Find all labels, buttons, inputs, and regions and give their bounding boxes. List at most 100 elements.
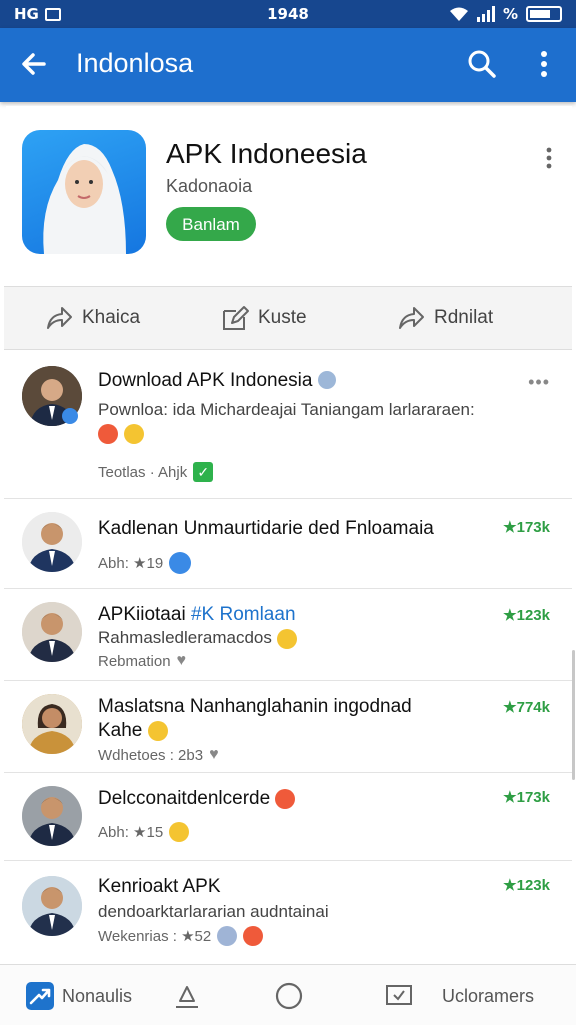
post-meta-text: Abh: ★19	[98, 555, 164, 572]
wifi-icon	[449, 7, 468, 21]
post-meta-text: Teotlas · Ahjk	[98, 463, 188, 481]
grin-emoji-icon	[243, 926, 264, 946]
post-text: Rahmasledleramacdos	[98, 628, 297, 649]
list-item[interactable]: Delcconaitdenlcerde Abh: ★15 ★173k	[4, 774, 572, 861]
action-label: Khaica	[82, 307, 141, 328]
post-text-content: Rahmasledleramacdos	[98, 628, 272, 647]
app-bar-title: Indonlosa	[76, 48, 194, 78]
post-text: dendoarktarlararian audntainai	[98, 902, 329, 921]
message-box-icon	[386, 985, 412, 1005]
nav-home-button[interactable]	[274, 979, 312, 1013]
post-overflow-icon[interactable]: •••	[528, 372, 550, 393]
post-meta: Teotlas · Ahjk ✓	[98, 462, 214, 482]
list-item[interactable]: Download APK Indonesia Pownloa: ida Mich…	[4, 350, 572, 499]
app-developer[interactable]: Kadonaoia	[166, 176, 252, 197]
download-count: ★123k	[503, 877, 550, 894]
nav-label: Ucloramers	[442, 985, 535, 1006]
install-button[interactable]: Banlam	[166, 207, 256, 241]
avatar	[22, 694, 82, 754]
post-feed: Download APK Indonesia Pownloa: ida Mich…	[4, 350, 572, 960]
review-action[interactable]: Kuste	[220, 301, 307, 335]
nav-home[interactable]: Nonaulis	[26, 979, 132, 1013]
heart-icon: ♥	[176, 652, 187, 669]
laughing-emoji-icon	[98, 424, 118, 444]
post-emojis	[98, 424, 144, 444]
list-item[interactable]: Kenrioakt APK dendoarktarlararian audnta…	[4, 862, 572, 960]
list-item[interactable]: Maslatsna Nanhanglahanin ingodnad Kahe W…	[4, 682, 572, 773]
download-count: ★774k	[503, 699, 550, 716]
post-text: Pownloa: ida Michardeajai Taniangam larl…	[98, 400, 475, 419]
post-text-content: Kahe	[98, 720, 143, 741]
scrollbar[interactable]	[572, 650, 575, 780]
post-title: Delcconaitdenlcerde	[98, 788, 296, 810]
app-name: APK Indoneesia	[166, 138, 367, 169]
post-meta: Rebmation ♥	[98, 652, 186, 670]
status-bar: HG 1948 %	[0, 0, 576, 28]
action-label: Kuste	[258, 307, 307, 328]
list-item[interactable]: Kadlenan Unmaurtidarie ded Fnloamaia Abh…	[4, 500, 572, 589]
share-icon	[176, 986, 198, 1008]
post-title: Kenrioakt APK	[98, 876, 221, 897]
grin-emoji-icon	[147, 720, 168, 741]
post-meta: Wdhetoes : 2b3 ♥	[98, 746, 219, 764]
hashtag-link[interactable]: #K Romlaan	[191, 604, 296, 625]
man-portrait-icon	[22, 602, 82, 662]
grin-emoji-icon	[275, 788, 296, 809]
app-icon	[22, 130, 146, 254]
post-meta: Abh: ★15	[98, 822, 190, 842]
trending-icon	[26, 982, 54, 1010]
avatar	[22, 786, 82, 846]
bottom-nav: Nonaulis Ucloramers	[0, 964, 576, 1025]
action-label: Rdnilat	[434, 307, 494, 328]
download-count: ★173k	[503, 789, 550, 806]
signal-icon	[476, 6, 495, 22]
check-circle-icon	[169, 552, 192, 574]
post-title-text: APKiiotaai	[98, 604, 186, 625]
smile-emoji-icon	[276, 628, 297, 649]
battery-percent: %	[502, 5, 518, 23]
edit-box-icon	[223, 306, 249, 330]
post-title-text: Download APK Indonesia	[98, 370, 313, 391]
avatar	[22, 512, 82, 572]
man-portrait-icon	[22, 786, 82, 846]
share-action[interactable]: Khaica	[44, 301, 140, 335]
action-row: Khaica Kuste Rdnilat	[4, 286, 572, 350]
list-item[interactable]: APKiiotaai #K Romlaan Rahmasledleramacdo…	[4, 590, 572, 681]
post-meta-text: Wekenrias : ★52	[98, 928, 212, 945]
grin-emoji-icon	[124, 424, 144, 444]
verified-icon	[317, 371, 336, 389]
download-count: ★173k	[503, 519, 550, 536]
post-meta-text: Abh: ★15	[98, 824, 164, 841]
battery-icon	[526, 6, 562, 22]
post-meta-text: Rebmation	[98, 652, 171, 670]
post-meta: Abh: ★19	[98, 552, 192, 574]
app-bar: Indonlosa	[0, 28, 576, 102]
nav-label: Nonaulis	[62, 985, 133, 1006]
trending-arrow-icon	[29, 988, 51, 1005]
search-icon[interactable]	[466, 48, 498, 80]
check-icon: ✓	[193, 462, 214, 482]
nav-share[interactable]	[172, 979, 210, 1013]
verified-badge-icon	[62, 408, 78, 424]
card-overflow-icon[interactable]	[544, 146, 554, 170]
back-arrow-icon[interactable]	[18, 48, 50, 80]
post-title: APKiiotaai #K Romlaan	[98, 604, 296, 626]
nav-messages[interactable]	[384, 979, 422, 1013]
man-portrait-icon	[22, 876, 82, 936]
man-portrait-icon	[22, 512, 82, 572]
woman-portrait-icon	[22, 694, 82, 754]
dizzy-emoji-icon	[217, 926, 238, 946]
avatar	[22, 876, 82, 936]
forward-arrow-icon	[399, 307, 424, 329]
nav-customers[interactable]: Ucloramers	[442, 979, 534, 1013]
share-arrow-icon	[47, 307, 72, 329]
forward-action[interactable]: Rdnilat	[396, 301, 493, 335]
overflow-menu-icon[interactable]	[530, 48, 558, 80]
post-title-text: Delcconaitdenlcerde	[98, 788, 271, 809]
status-right: %	[449, 5, 562, 23]
circle-icon	[275, 982, 303, 1010]
thinking-emoji-icon	[169, 822, 190, 842]
post-text: Kahe	[98, 720, 168, 742]
post-title: Kadlenan Unmaurtidarie ded Fnloamaia	[98, 518, 434, 539]
avatar	[22, 602, 82, 662]
